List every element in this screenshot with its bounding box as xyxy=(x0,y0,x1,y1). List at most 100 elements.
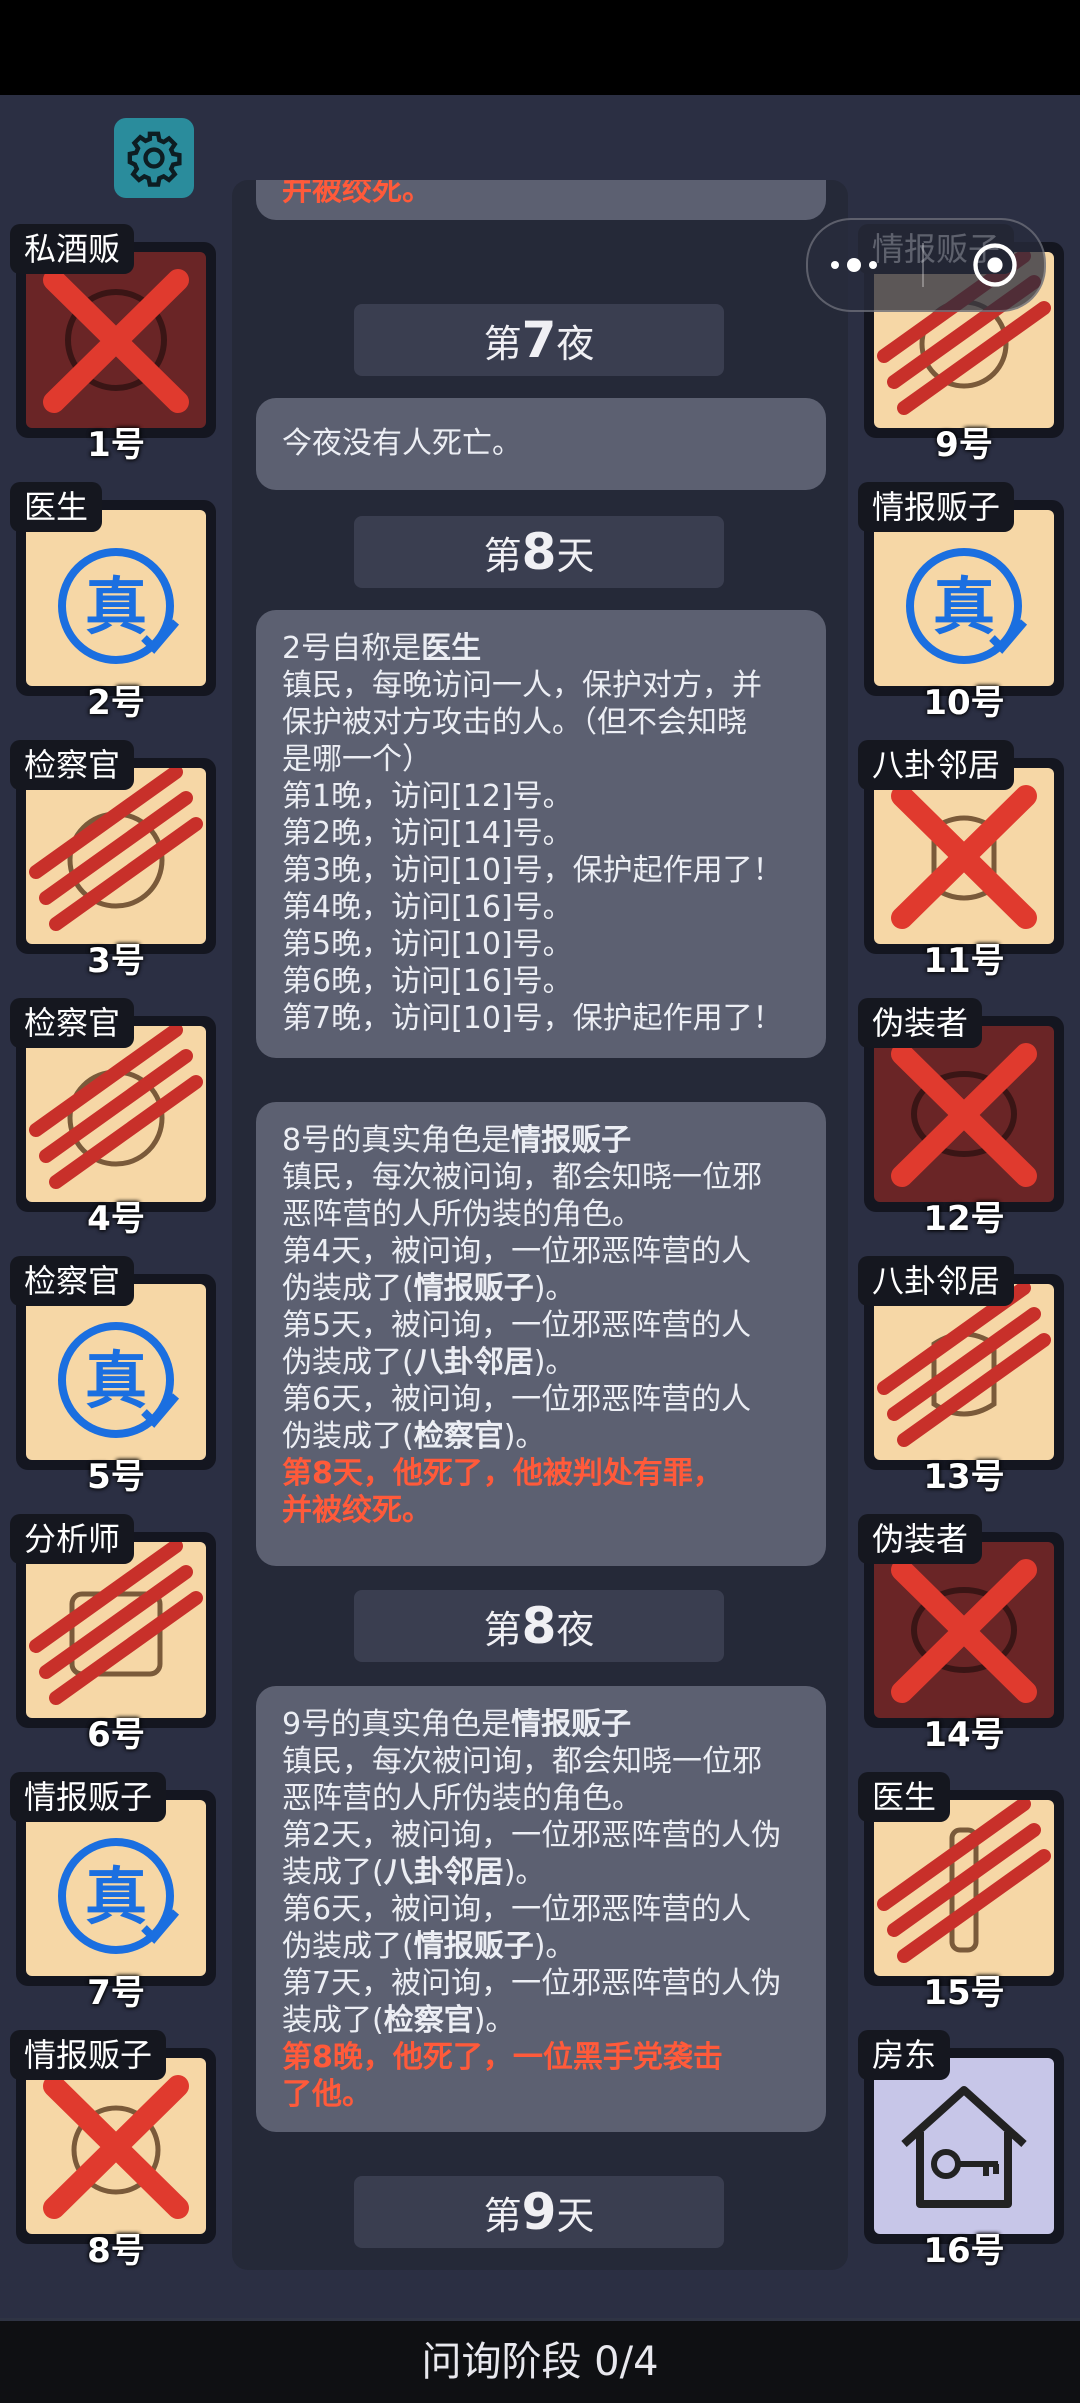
role-label: 医生 xyxy=(858,1772,951,1822)
cross-mark-icon xyxy=(43,2075,189,2219)
cross-mark-icon xyxy=(891,1559,1037,1703)
player-number: 5号 xyxy=(87,1457,145,1497)
more-menu-button[interactable] xyxy=(830,258,877,272)
phase-header-day-8: 第8天 xyxy=(354,516,724,588)
player-number: 4号 xyxy=(87,1199,145,1239)
claw-scratch-icon xyxy=(877,1800,1051,1963)
cross-mark-icon xyxy=(891,785,1037,929)
death-notice: 并被绞死。 xyxy=(282,1493,432,1528)
player-number: 16号 xyxy=(923,2231,1005,2271)
log-line: 第6晚，访问[16]号。 xyxy=(282,964,573,999)
player-number: 2号 xyxy=(87,683,145,723)
role-label: 医生 xyxy=(10,482,103,532)
role-label: 检察官 xyxy=(10,998,135,1048)
death-notice: 第8天，他死了，他被判处有罪， xyxy=(282,1456,723,1491)
cross-mark-icon xyxy=(891,1043,1037,1187)
role-label: 情报贩子 xyxy=(858,482,1015,532)
log-line: 第5晚，访问[10]号。 xyxy=(282,927,573,962)
player-card-15[interactable]: 医生 15号 xyxy=(858,1772,1064,2013)
role-label: 分析师 xyxy=(10,1514,135,1564)
role-label: 八卦邻居 xyxy=(858,740,1015,790)
log-line: 第4晚，访问[16]号。 xyxy=(282,890,573,925)
game-log[interactable]: 并被绞死。 第7夜 今夜没有人死亡。 第8天 2号自称是医生 镇民，每晚访问一人… xyxy=(232,180,848,2270)
svg-text:真: 真 xyxy=(85,1860,147,1933)
player-number: 14号 xyxy=(923,1715,1005,1755)
player-number: 15号 xyxy=(923,1973,1005,2013)
role-label: 检察官 xyxy=(10,1256,135,1306)
player-number: 1号 xyxy=(87,425,145,465)
player-number: 10号 xyxy=(923,683,1005,723)
player-card-6[interactable]: 分析师 6号 xyxy=(10,1514,216,1755)
settings-button[interactable] xyxy=(114,118,194,198)
role-label: 私酒贩 xyxy=(10,224,135,274)
capsule-divider xyxy=(921,243,924,287)
claw-scratch-icon xyxy=(29,1026,203,1189)
log-line: 第1晚，访问[12]号。 xyxy=(282,779,573,814)
player-card-2[interactable]: 真 医生 2号 xyxy=(10,482,216,723)
player-card-3[interactable]: 检察官 3号 xyxy=(10,740,216,981)
log-entry-player-8: 8号的真实角色是情报贩子 镇民，每次被问询，都会知晓一位邪 恶阵营的人所伪装的角… xyxy=(256,1102,826,1566)
role-label: 八卦邻居 xyxy=(858,1256,1015,1306)
status-bar xyxy=(0,0,1080,95)
log-line: 镇民，每晚访问一人，保护对方，并 xyxy=(282,668,762,703)
role-label: 检察官 xyxy=(10,740,135,790)
log-entry-night7: 今夜没有人死亡。 xyxy=(256,398,826,490)
log-line: 第7晚，访问[10]号，保护起作用了！ xyxy=(282,1001,783,1036)
house-key-icon xyxy=(901,2086,1027,2208)
log-entry-player-9: 9号的真实角色是情报贩子 镇民，每次被问询，都会知晓一位邪 恶阵营的人所伪装的角… xyxy=(256,1686,826,2132)
svg-text:真: 真 xyxy=(85,1344,147,1417)
true-badge-icon: 真 xyxy=(58,1322,180,1438)
player-number: 7号 xyxy=(87,1973,145,2013)
miniprogram-capsule xyxy=(806,218,1046,312)
role-label: 伪装者 xyxy=(858,998,983,1048)
player-number: 13号 xyxy=(923,1457,1005,1497)
role-label: 情报贩子 xyxy=(10,1772,167,1822)
player-number: 9号 xyxy=(935,425,993,465)
player-card-14[interactable]: 伪装者 14号 xyxy=(858,1514,1064,1755)
role-label: 情报贩子 xyxy=(10,2030,167,2080)
log-text: 并被绞死。 xyxy=(282,180,432,208)
player-number: 8号 xyxy=(87,2231,145,2271)
claw-scratch-icon xyxy=(29,1542,203,1705)
close-circle-icon[interactable] xyxy=(969,239,1021,291)
player-number: 3号 xyxy=(87,941,145,981)
log-line: 第2晚，访问[14]号。 xyxy=(282,816,573,851)
player-card-4[interactable]: 检察官 4号 xyxy=(10,998,216,1239)
player-card-13[interactable]: 八卦邻居 13号 xyxy=(858,1256,1064,1497)
gear-icon xyxy=(127,131,182,187)
player-card-5[interactable]: 真 检察官 5号 xyxy=(10,1256,216,1497)
true-badge-icon: 真 xyxy=(58,1838,180,1954)
role-label: 伪装者 xyxy=(858,1514,983,1564)
cross-mark-icon xyxy=(43,269,189,413)
player-card-10[interactable]: 真 情报贩子 10号 xyxy=(858,482,1064,723)
claw-scratch-icon xyxy=(29,768,203,931)
player-card-12[interactable]: 伪装者 12号 xyxy=(858,998,1064,1239)
phase-header-night-8: 第8夜 xyxy=(354,1590,724,1662)
player-number: 11号 xyxy=(923,941,1005,981)
role-label: 房东 xyxy=(858,2030,951,2080)
player-number: 12号 xyxy=(923,1199,1005,1239)
player-card-11[interactable]: 八卦邻居 11号 xyxy=(858,740,1064,981)
player-card-7[interactable]: 真 情报贩子 7号 xyxy=(10,1772,216,2013)
phase-header-day-9: 第9天 xyxy=(354,2176,724,2248)
player-card-1[interactable]: 私酒贩 1号 xyxy=(10,224,216,465)
log-entry-previous: 并被绞死。 xyxy=(256,180,826,220)
death-notice: 第8晚，他死了，一位黑手党袭击 xyxy=(282,2040,723,2075)
player-number: 6号 xyxy=(87,1715,145,1755)
svg-text:真: 真 xyxy=(933,570,995,643)
phase-header-night-7: 第7夜 xyxy=(354,304,724,376)
log-lines: 镇民，每晚访问一人，保护对方，并 保护被对方攻击的人。（但不会知晓 是哪一个） 第1晚… xyxy=(282,667,800,1037)
player-card-16[interactable]: 房东 16号 xyxy=(858,2030,1064,2271)
log-line: 保护被对方攻击的人。（但不会知晓 xyxy=(282,705,747,740)
claim-line: 2号自称是医生 xyxy=(282,631,482,666)
log-line: 第3晚，访问[10]号，保护起作用了！ xyxy=(282,853,783,888)
log-line: 是哪一个） xyxy=(282,742,432,777)
phase-indicator: 问询阶段 0/4 xyxy=(0,2318,1080,2403)
svg-text:真: 真 xyxy=(85,570,147,643)
player-card-8[interactable]: 情报贩子 8号 xyxy=(10,2030,216,2271)
true-badge-icon: 真 xyxy=(906,548,1028,664)
claw-scratch-icon xyxy=(877,1284,1051,1447)
log-entry-player-2: 2号自称是医生 镇民，每晚访问一人，保护对方，并 保护被对方攻击的人。（但不会知晓… xyxy=(256,610,826,1058)
death-notice: 了他。 xyxy=(282,2077,372,2112)
true-badge-icon: 真 xyxy=(58,548,180,664)
